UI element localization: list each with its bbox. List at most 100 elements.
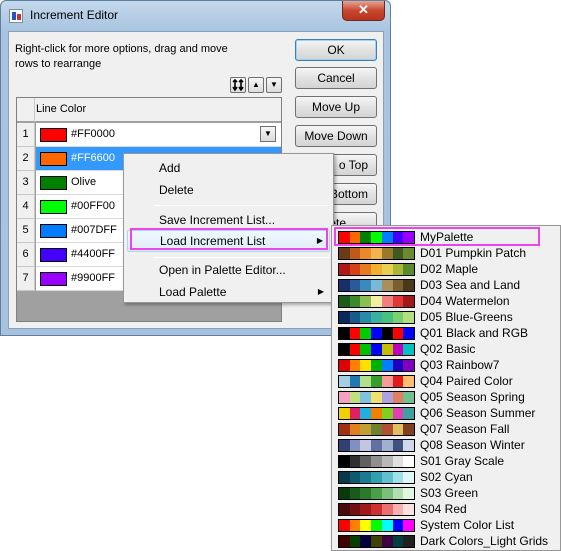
color-cell[interactable]: #FF0000 ▼ bbox=[36, 123, 281, 147]
palette-color-strip bbox=[338, 247, 415, 260]
palette-item[interactable]: D05 Blue-Greens bbox=[336, 309, 560, 325]
palette-item[interactable]: Q04 Paired Color bbox=[336, 373, 560, 389]
palette-color-strip bbox=[338, 343, 415, 356]
palette-color-chip bbox=[349, 328, 361, 339]
palette-name: D05 Blue-Greens bbox=[420, 310, 513, 324]
palette-item[interactable]: D03 Sea and Land bbox=[336, 277, 560, 293]
submenu-arrow-icon: ▶ bbox=[317, 287, 324, 296]
palette-color-chip bbox=[403, 344, 415, 355]
palette-color-chip bbox=[371, 408, 382, 419]
menu-item-delete[interactable]: Delete bbox=[127, 179, 330, 201]
sort-icon bbox=[232, 78, 244, 92]
palette-color-strip bbox=[338, 519, 415, 532]
menu-item-add[interactable]: Add bbox=[127, 157, 330, 179]
palette-item[interactable]: Q05 Season Spring bbox=[336, 389, 560, 405]
palette-color-chip bbox=[349, 264, 361, 275]
close-button[interactable]: ✕ bbox=[342, 1, 385, 21]
color-value: #FF6600 bbox=[71, 152, 116, 164]
palette-item[interactable]: S01 Gray Scale bbox=[336, 453, 560, 469]
move-row-down-button[interactable]: ▼ bbox=[266, 77, 282, 93]
title-bar[interactable]: Increment Editor ✕ bbox=[1, 1, 390, 31]
menu-item-load-palette[interactable]: Load Palette ▶ bbox=[127, 281, 330, 303]
palette-color-chip bbox=[403, 296, 415, 307]
palette-color-chip bbox=[371, 328, 382, 339]
sort-toggle-button[interactable] bbox=[230, 77, 246, 93]
palette-color-chip bbox=[360, 328, 372, 339]
palette-color-chip bbox=[371, 296, 382, 307]
palette-color-chip bbox=[381, 360, 393, 371]
palette-color-chip bbox=[349, 520, 361, 531]
palette-color-chip bbox=[381, 408, 393, 419]
palette-color-chip bbox=[371, 472, 382, 483]
color-value: #007DFF bbox=[71, 224, 117, 236]
palette-item[interactable]: System Color List bbox=[336, 517, 560, 533]
palette-color-chip bbox=[392, 344, 404, 355]
ok-button[interactable]: OK bbox=[295, 39, 377, 61]
palette-item[interactable]: Q08 Season Winter bbox=[336, 437, 560, 453]
column-header-line-color[interactable]: Line Color bbox=[36, 103, 86, 115]
palette-name: Q05 Season Spring bbox=[420, 390, 525, 404]
row-number: 7 bbox=[17, 267, 35, 291]
palette-color-chip bbox=[339, 536, 350, 547]
palette-color-chip bbox=[381, 536, 393, 547]
palette-item[interactable]: Q06 Season Summer bbox=[336, 405, 560, 421]
cancel-button[interactable]: Cancel bbox=[295, 67, 377, 89]
palette-color-chip bbox=[371, 376, 382, 387]
palette-color-chip bbox=[339, 424, 350, 435]
palette-color-chip bbox=[371, 248, 382, 259]
color-swatch bbox=[40, 248, 67, 262]
palette-color-chip bbox=[392, 520, 404, 531]
palette-color-chip bbox=[349, 280, 361, 291]
palette-color-chip bbox=[349, 408, 361, 419]
palette-color-strip bbox=[338, 455, 415, 468]
palette-name: Q07 Season Fall bbox=[420, 422, 510, 436]
palette-color-chip bbox=[403, 328, 415, 339]
palette-color-chip bbox=[403, 312, 415, 323]
palette-color-chip bbox=[360, 520, 372, 531]
palette-item[interactable]: Q03 Rainbow7 bbox=[336, 357, 560, 373]
palette-color-chip bbox=[339, 264, 350, 275]
palette-item[interactable]: Q01 Black and RGB bbox=[336, 325, 560, 341]
menu-separator bbox=[154, 257, 330, 258]
palette-color-chip bbox=[371, 424, 382, 435]
table-row[interactable]: 1 #FF0000 ▼ bbox=[17, 123, 281, 147]
palette-color-chip bbox=[349, 376, 361, 387]
palette-item[interactable]: S03 Green bbox=[336, 485, 560, 501]
palette-item[interactable]: S04 Red bbox=[336, 501, 560, 517]
move-up-button[interactable]: Move Up bbox=[295, 96, 377, 118]
palette-name: Q06 Season Summer bbox=[420, 406, 536, 420]
close-icon: ✕ bbox=[358, 2, 369, 17]
color-dropdown-button[interactable]: ▼ bbox=[260, 126, 276, 142]
palette-color-chip bbox=[371, 440, 382, 451]
palette-submenu: MyPalette D01 Pumpkin Patch D02 Maple D03 S… bbox=[331, 225, 561, 551]
palette-item[interactable]: D01 Pumpkin Patch bbox=[336, 245, 560, 261]
palette-color-chip bbox=[392, 424, 404, 435]
palette-color-chip bbox=[360, 456, 372, 467]
palette-color-chip bbox=[392, 328, 404, 339]
palette-name: D01 Pumpkin Patch bbox=[420, 246, 527, 260]
palette-item[interactable]: Dark Colors_Light Grids bbox=[336, 533, 560, 549]
palette-color-chip bbox=[349, 536, 361, 547]
palette-color-chip bbox=[403, 408, 415, 419]
palette-color-chip bbox=[403, 504, 415, 515]
color-value: Olive bbox=[71, 176, 97, 188]
row-number: 2 bbox=[17, 147, 35, 171]
palette-color-chip bbox=[360, 392, 372, 403]
color-value: #00FF00 bbox=[71, 200, 116, 212]
palette-color-chip bbox=[349, 296, 361, 307]
palette-color-chip bbox=[403, 536, 415, 547]
palette-color-chip bbox=[360, 280, 372, 291]
palette-item[interactable]: S02 Cyan bbox=[336, 469, 560, 485]
palette-color-chip bbox=[339, 488, 350, 499]
palette-item[interactable]: Q02 Basic bbox=[336, 341, 560, 357]
palette-item[interactable]: D04 Watermelon bbox=[336, 293, 560, 309]
menu-item-open-in-palette-editor[interactable]: Open in Palette Editor... bbox=[127, 259, 330, 281]
palette-item[interactable]: D02 Maple bbox=[336, 261, 560, 277]
palette-color-chip bbox=[381, 296, 393, 307]
move-down-button[interactable]: Move Down bbox=[295, 125, 377, 147]
palette-color-chip bbox=[360, 264, 372, 275]
move-row-up-button[interactable]: ▲ bbox=[248, 77, 264, 93]
palette-item[interactable]: Q07 Season Fall bbox=[336, 421, 560, 437]
palette-color-chip bbox=[360, 408, 372, 419]
palette-name: S03 Green bbox=[420, 486, 479, 500]
